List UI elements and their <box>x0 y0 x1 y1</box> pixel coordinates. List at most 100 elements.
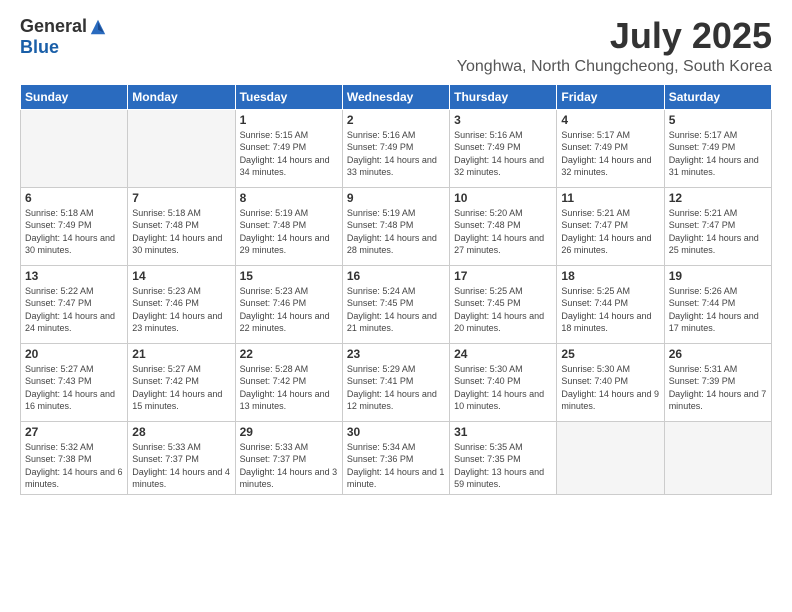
day-number: 24 <box>454 347 552 361</box>
day-number: 12 <box>669 191 767 205</box>
table-row: 15 Sunrise: 5:23 AM Sunset: 7:46 PM Dayli… <box>235 265 342 343</box>
col-tuesday: Tuesday <box>235 84 342 109</box>
table-row: 17Sunrise: 5:25 AM Sunset: 7:45 PM Dayli… <box>450 265 557 343</box>
table-row: 2Sunrise: 5:16 AM Sunset: 7:49 PM Daylig… <box>342 109 449 187</box>
day-number: 5 <box>669 113 767 127</box>
cell-info: Sunrise: 5:32 AM Sunset: 7:38 PM Dayligh… <box>25 441 123 491</box>
day-number: 22 <box>240 347 338 361</box>
calendar-week-row: 1 Sunrise: 5:15 AM Sunset: 7:49 PM Daylig… <box>21 109 772 187</box>
day-number: 26 <box>669 347 767 361</box>
cell-info: Sunrise: 5:28 AM Sunset: 7:42 PM Dayligh… <box>240 363 338 413</box>
table-row: 18 Sunrise: 5:25 AM Sunset: 7:44 PM Dayli… <box>557 265 664 343</box>
table-row: 23 Sunrise: 5:29 AM Sunset: 7:41 PM Dayli… <box>342 343 449 421</box>
col-saturday: Saturday <box>664 84 771 109</box>
cell-info: Sunrise: 5:18 AM Sunset: 7:49 PM Dayligh… <box>25 207 123 257</box>
logo-blue-text: Blue <box>20 37 59 58</box>
day-number: 18 <box>561 269 659 283</box>
calendar-week-row: 13Sunrise: 5:22 AM Sunset: 7:47 PM Dayli… <box>21 265 772 343</box>
logo: General Blue <box>20 16 107 58</box>
table-row: 8 Sunrise: 5:19 AM Sunset: 7:48 PM Daylig… <box>235 187 342 265</box>
day-number: 17 <box>454 269 552 283</box>
cell-info: Sunrise: 5:29 AM Sunset: 7:41 PM Dayligh… <box>347 363 445 413</box>
logo-icon <box>89 18 107 36</box>
cell-info: Sunrise: 5:16 AM Sunset: 7:49 PM Dayligh… <box>454 129 552 179</box>
title-block: July 2025 Yonghwa, North Chungcheong, So… <box>457 16 772 76</box>
calendar-header-row: Sunday Monday Tuesday Wednesday Thursday… <box>21 84 772 109</box>
cell-info: Sunrise: 5:18 AM Sunset: 7:48 PM Dayligh… <box>132 207 230 257</box>
cell-info: Sunrise: 5:26 AM Sunset: 7:44 PM Dayligh… <box>669 285 767 335</box>
table-row <box>128 109 235 187</box>
cell-info: Sunrise: 5:16 AM Sunset: 7:49 PM Dayligh… <box>347 129 445 179</box>
table-row: 10Sunrise: 5:20 AM Sunset: 7:48 PM Dayli… <box>450 187 557 265</box>
cell-info: Sunrise: 5:33 AM Sunset: 7:37 PM Dayligh… <box>240 441 338 491</box>
table-row: 30Sunrise: 5:34 AM Sunset: 7:36 PM Dayli… <box>342 421 449 494</box>
table-row: 5 Sunrise: 5:17 AM Sunset: 7:49 PM Daylig… <box>664 109 771 187</box>
table-row: 3Sunrise: 5:16 AM Sunset: 7:49 PM Daylig… <box>450 109 557 187</box>
cell-info: Sunrise: 5:22 AM Sunset: 7:47 PM Dayligh… <box>25 285 123 335</box>
table-row: 13Sunrise: 5:22 AM Sunset: 7:47 PM Dayli… <box>21 265 128 343</box>
cell-info: Sunrise: 5:21 AM Sunset: 7:47 PM Dayligh… <box>561 207 659 257</box>
cell-info: Sunrise: 5:27 AM Sunset: 7:43 PM Dayligh… <box>25 363 123 413</box>
calendar-week-row: 20 Sunrise: 5:27 AM Sunset: 7:43 PM Dayli… <box>21 343 772 421</box>
calendar: Sunday Monday Tuesday Wednesday Thursday… <box>20 84 772 495</box>
cell-info: Sunrise: 5:33 AM Sunset: 7:37 PM Dayligh… <box>132 441 230 491</box>
location-title: Yonghwa, North Chungcheong, South Korea <box>457 58 772 76</box>
table-row: 1 Sunrise: 5:15 AM Sunset: 7:49 PM Daylig… <box>235 109 342 187</box>
table-row <box>557 421 664 494</box>
cell-info: Sunrise: 5:19 AM Sunset: 7:48 PM Dayligh… <box>347 207 445 257</box>
cell-info: Sunrise: 5:25 AM Sunset: 7:44 PM Dayligh… <box>561 285 659 335</box>
cell-info: Sunrise: 5:15 AM Sunset: 7:49 PM Dayligh… <box>240 129 338 179</box>
day-number: 20 <box>25 347 123 361</box>
day-number: 6 <box>25 191 123 205</box>
table-row: 27 Sunrise: 5:32 AM Sunset: 7:38 PM Dayli… <box>21 421 128 494</box>
cell-info: Sunrise: 5:19 AM Sunset: 7:48 PM Dayligh… <box>240 207 338 257</box>
table-row: 26Sunrise: 5:31 AM Sunset: 7:39 PM Dayli… <box>664 343 771 421</box>
logo-general-text: General <box>20 16 87 37</box>
day-number: 7 <box>132 191 230 205</box>
cell-info: Sunrise: 5:23 AM Sunset: 7:46 PM Dayligh… <box>240 285 338 335</box>
day-number: 4 <box>561 113 659 127</box>
cell-info: Sunrise: 5:24 AM Sunset: 7:45 PM Dayligh… <box>347 285 445 335</box>
table-row: 29 Sunrise: 5:33 AM Sunset: 7:37 PM Dayli… <box>235 421 342 494</box>
day-number: 25 <box>561 347 659 361</box>
table-row: 16 Sunrise: 5:24 AM Sunset: 7:45 PM Dayli… <box>342 265 449 343</box>
table-row: 25 Sunrise: 5:30 AM Sunset: 7:40 PM Dayli… <box>557 343 664 421</box>
cell-info: Sunrise: 5:30 AM Sunset: 7:40 PM Dayligh… <box>454 363 552 413</box>
day-number: 10 <box>454 191 552 205</box>
day-number: 29 <box>240 425 338 439</box>
cell-info: Sunrise: 5:17 AM Sunset: 7:49 PM Dayligh… <box>669 129 767 179</box>
day-number: 31 <box>454 425 552 439</box>
day-number: 8 <box>240 191 338 205</box>
table-row: 24 Sunrise: 5:30 AM Sunset: 7:40 PM Dayli… <box>450 343 557 421</box>
table-row <box>664 421 771 494</box>
day-number: 15 <box>240 269 338 283</box>
table-row: 4 Sunrise: 5:17 AM Sunset: 7:49 PM Daylig… <box>557 109 664 187</box>
table-row: 19 Sunrise: 5:26 AM Sunset: 7:44 PM Dayli… <box>664 265 771 343</box>
table-row: 31 Sunrise: 5:35 AM Sunset: 7:35 PM Dayli… <box>450 421 557 494</box>
table-row: 21Sunrise: 5:27 AM Sunset: 7:42 PM Dayli… <box>128 343 235 421</box>
cell-info: Sunrise: 5:30 AM Sunset: 7:40 PM Dayligh… <box>561 363 659 413</box>
day-number: 16 <box>347 269 445 283</box>
cell-info: Sunrise: 5:27 AM Sunset: 7:42 PM Dayligh… <box>132 363 230 413</box>
cell-info: Sunrise: 5:17 AM Sunset: 7:49 PM Dayligh… <box>561 129 659 179</box>
table-row: 28 Sunrise: 5:33 AM Sunset: 7:37 PM Dayli… <box>128 421 235 494</box>
table-row <box>21 109 128 187</box>
day-number: 28 <box>132 425 230 439</box>
day-number: 23 <box>347 347 445 361</box>
cell-info: Sunrise: 5:35 AM Sunset: 7:35 PM Dayligh… <box>454 441 552 491</box>
day-number: 19 <box>669 269 767 283</box>
table-row: 14Sunrise: 5:23 AM Sunset: 7:46 PM Dayli… <box>128 265 235 343</box>
month-title: July 2025 <box>457 16 772 56</box>
calendar-week-row: 27 Sunrise: 5:32 AM Sunset: 7:38 PM Dayli… <box>21 421 772 494</box>
table-row: 20 Sunrise: 5:27 AM Sunset: 7:43 PM Dayli… <box>21 343 128 421</box>
col-thursday: Thursday <box>450 84 557 109</box>
table-row: 7 Sunrise: 5:18 AM Sunset: 7:48 PM Daylig… <box>128 187 235 265</box>
header: General Blue July 2025 Yonghwa, North Ch… <box>20 16 772 76</box>
day-number: 14 <box>132 269 230 283</box>
day-number: 30 <box>347 425 445 439</box>
page: General Blue July 2025 Yonghwa, North Ch… <box>0 0 792 612</box>
day-number: 27 <box>25 425 123 439</box>
col-friday: Friday <box>557 84 664 109</box>
day-number: 1 <box>240 113 338 127</box>
table-row: 6 Sunrise: 5:18 AM Sunset: 7:49 PM Daylig… <box>21 187 128 265</box>
